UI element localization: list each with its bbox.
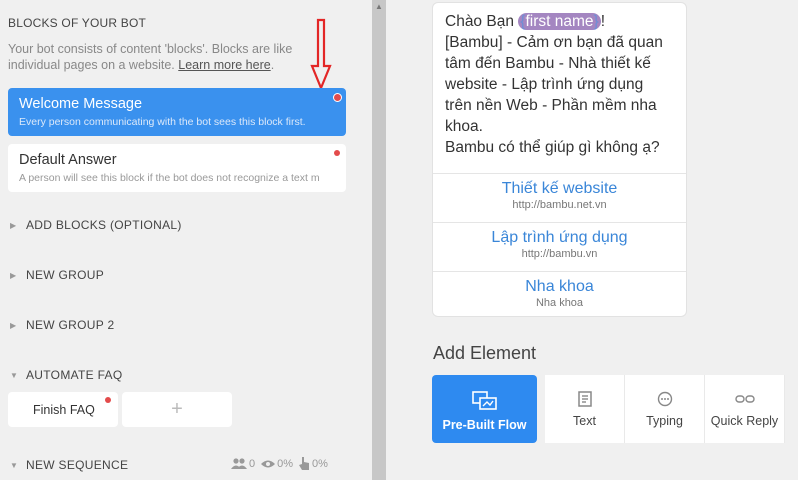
group-new-group-2[interactable]: ▶ NEW GROUP 2	[10, 318, 114, 332]
quick-reply-element-button[interactable]: Quick Reply	[705, 375, 785, 443]
views-stat: 0%	[261, 458, 293, 470]
group-new-group[interactable]: ▶ NEW GROUP	[10, 268, 104, 282]
scroll-up-arrow-icon[interactable]: ▲	[375, 2, 383, 11]
message-button-website[interactable]: Thiết kế website http://bambu.net.vn	[433, 173, 686, 222]
caret-down-icon: ▼	[10, 370, 19, 380]
unsaved-dot-icon	[333, 93, 342, 102]
typing-element-button[interactable]: Typing	[625, 375, 705, 443]
pre-built-flow-button[interactable]: Pre-Built Flow	[432, 375, 537, 443]
section-title: BLOCKS OF YOUR BOT	[8, 16, 147, 30]
clicks-stat: 0%	[299, 457, 328, 470]
message-button-app-dev[interactable]: Lập trình ứng dụng http://bambu.vn	[433, 222, 686, 271]
variable-chip[interactable]: {first name}	[518, 13, 601, 30]
pointer-hand-icon	[299, 457, 310, 470]
caret-right-icon: ▶	[10, 220, 17, 230]
typing-icon	[657, 391, 672, 407]
add-element-toolbar: Pre-Built Flow Text Typing Quick Reply	[432, 375, 785, 443]
quick-reply-icon	[734, 395, 755, 403]
text-element-button[interactable]: Text	[545, 375, 625, 443]
sidebar-scrollbar[interactable]	[372, 0, 386, 480]
group-new-sequence[interactable]: ▼ NEW SEQUENCE	[10, 458, 128, 472]
add-block-button[interactable]: +	[122, 392, 232, 427]
caret-right-icon: ▶	[10, 270, 17, 280]
learn-more-link[interactable]: Learn more here	[178, 58, 270, 72]
sequence-stats: 0 0% 0%	[231, 457, 328, 470]
unsaved-dot-icon	[105, 397, 111, 403]
blocks-sidebar: BLOCKS OF YOUR BOT Your bot consists of …	[0, 0, 372, 480]
eye-icon	[261, 460, 276, 467]
users-icon	[231, 458, 247, 469]
block-welcome-message[interactable]: Welcome Message Every person communicati…	[8, 88, 346, 136]
unsaved-dot-icon	[334, 150, 340, 156]
message-button-dental[interactable]: Nha khoa Nha khoa	[433, 271, 686, 316]
block-default-answer[interactable]: Default Answer A person will see this bl…	[8, 144, 346, 192]
text-message-card[interactable]: Chào Bạn {first name}! [Bambu] - Cảm ơn …	[432, 2, 687, 317]
text-icon	[577, 391, 592, 407]
caret-down-icon: ▼	[10, 460, 19, 470]
red-down-arrow-icon	[310, 18, 332, 91]
section-description: Your bot consists of content 'blocks'. B…	[8, 42, 293, 72]
caret-right-icon: ▶	[10, 320, 17, 330]
add-element-title: Add Element	[433, 343, 537, 363]
group-add-blocks[interactable]: ▶ ADD BLOCKS (OPTIONAL)	[10, 218, 182, 232]
flow-icon	[471, 391, 497, 410]
group-automate-faq[interactable]: ▼ AUTOMATE FAQ	[10, 368, 123, 382]
users-stat: 0	[231, 458, 255, 470]
message-text[interactable]: Chào Bạn {first name}! [Bambu] - Cảm ơn …	[433, 3, 686, 173]
block-finish-faq[interactable]: Finish FAQ	[8, 392, 118, 427]
